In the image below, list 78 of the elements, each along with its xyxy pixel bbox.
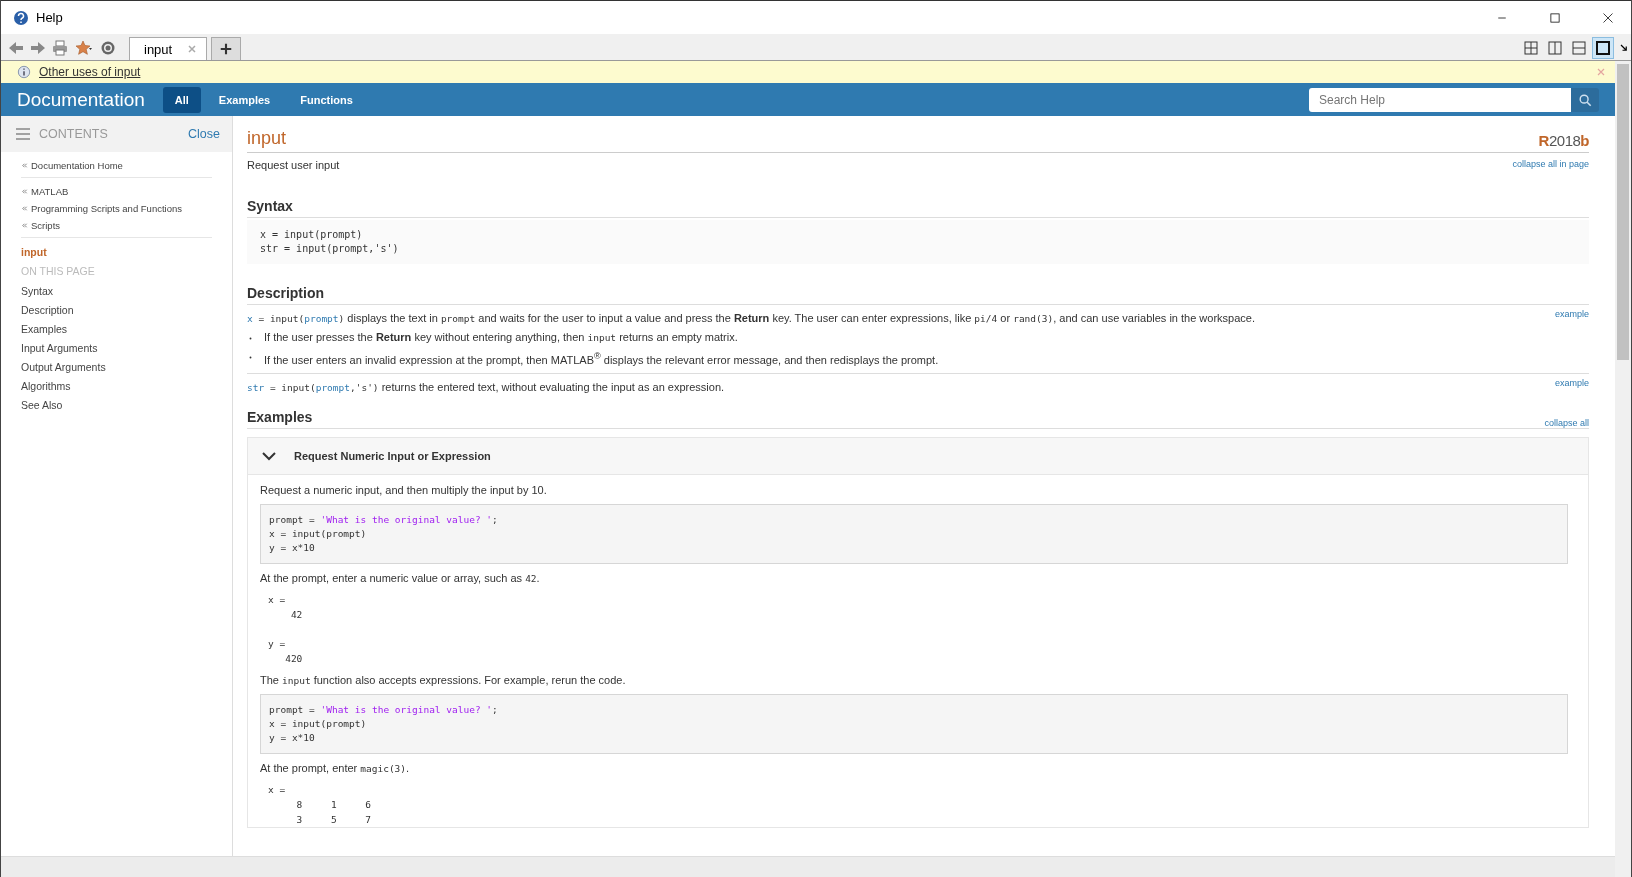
layout-icon <box>1523 40 1539 56</box>
current-page-item[interactable]: input <box>21 246 232 258</box>
layout-icon <box>1595 40 1611 56</box>
back-arrow-icon <box>8 40 24 56</box>
breadcrumb-link[interactable]: MATLAB <box>31 186 69 197</box>
code-block: prompt = 'What is the original value? '; x = input(prompt) y = x*10 <box>260 693 1568 754</box>
other-uses-link[interactable]: Other uses of input <box>39 65 141 79</box>
code-block: prompt = 'What is the original value? '; x = input(prompt) y = x*10 <box>260 503 1568 564</box>
menu-icon <box>15 126 31 142</box>
layout-icon <box>1571 40 1587 56</box>
close-icon <box>1602 11 1614 24</box>
collapse-all-link[interactable]: collapse all <box>1544 417 1589 428</box>
sidebar-item[interactable]: See Also <box>21 399 232 411</box>
syntax-code: x = input(prompt) str = input(prompt,'s') <box>247 220 1589 264</box>
page-title: input <box>247 128 287 149</box>
output-text: x = 8 1 6 3 5 7 <box>267 782 372 827</box>
window-title: Help <box>36 10 63 25</box>
collapse-all-link[interactable]: collapse all in page <box>1512 159 1589 171</box>
new-tab-button[interactable] <box>211 37 242 60</box>
bullet-icon <box>248 336 253 341</box>
double-chevron-icon <box>21 162 28 169</box>
breadcrumb-link[interactable]: Programming Scripts and Functions <box>31 203 182 214</box>
settings-icon <box>100 40 116 56</box>
info-icon <box>17 65 31 79</box>
search-icon <box>1578 92 1592 107</box>
scrollbar[interactable] <box>1615 61 1631 877</box>
star-icon <box>74 40 94 56</box>
double-chevron-icon <box>21 205 28 212</box>
help-icon <box>13 9 29 26</box>
plus-icon <box>219 42 234 56</box>
close-link[interactable]: Close <box>188 127 220 141</box>
example-text: At the prompt, enter a numeric value or array, such as 42. <box>260 571 541 584</box>
example-link[interactable]: example <box>1554 377 1589 397</box>
description-text: If the user presses the Return key without entering anything, then input returns an empty matrix. <box>264 330 738 345</box>
example-text: The input function also accepts expressions. For example, rerun the code. <box>260 673 627 686</box>
example-header[interactable]: Request Numeric Input or Expression <box>248 437 1588 475</box>
description-text: x = input(prompt) displays the text in prompt and waits for the user to input a value and press the Return key. The user can enter expressions, like pi/4 or rand(3), and can use variables in the workspace. <box>247 311 1256 326</box>
example-link[interactable]: example <box>1554 309 1589 369</box>
layout-button[interactable] <box>1593 38 1613 58</box>
breadcrumb-link[interactable]: Documentation Home <box>31 160 123 171</box>
search-field[interactable]: Search Help <box>1309 87 1571 112</box>
filter-tab[interactable]: All <box>162 86 201 113</box>
release-label: R2018b <box>1538 132 1589 149</box>
sidebar-item[interactable]: Input Arguments <box>21 342 232 354</box>
output-text: y = 420 <box>267 636 304 666</box>
section-heading: Description <box>247 285 1589 305</box>
filter-tab[interactable]: Examples <box>206 86 283 113</box>
example-text: Request a numeric input, and then multiply the input by 10. <box>260 483 548 496</box>
documentation-title: Documentation <box>17 88 145 111</box>
page-subtitle: Request user input <box>247 159 340 171</box>
description-text: str = input(prompt,'s') returns the entered text, without evaluating the input as an expression. <box>247 379 726 395</box>
bullet-icon <box>248 355 253 360</box>
output-text: x = 42 <box>267 592 304 622</box>
sidebar-item[interactable]: Description <box>21 304 232 316</box>
contents-title: CONTENTS <box>39 127 108 141</box>
sidebar-item[interactable]: Examples <box>21 323 232 335</box>
forward-arrow-icon <box>30 40 46 56</box>
sidebar-item[interactable]: Output Arguments <box>21 361 232 373</box>
layout-icon <box>1547 40 1563 56</box>
horizontal-scrollbar[interactable] <box>1 856 1615 877</box>
filter-tab[interactable]: Functions <box>288 86 365 113</box>
sidebar-item[interactable]: Syntax <box>21 285 232 297</box>
maximize-icon <box>1549 11 1561 24</box>
search-button[interactable] <box>1571 87 1599 112</box>
browser-tab[interactable]: input <box>129 37 208 60</box>
section-label: ON THIS PAGE <box>21 265 96 277</box>
close-icon <box>1595 66 1607 78</box>
section-heading: Syntax <box>247 198 1589 218</box>
example-text: At the prompt, enter magic(3). <box>260 761 411 774</box>
double-chevron-icon <box>21 188 28 195</box>
printer-icon <box>52 40 68 56</box>
dock-arrow-icon <box>1618 42 1630 54</box>
description-text: If the user enters an invalid expression at the prompt, then MATLAB$^{®}$ displays the relevant error message, and then redisplays the prompt. <box>264 350 939 368</box>
breadcrumb-link[interactable]: Scripts <box>31 220 61 231</box>
section-heading: Examples <box>247 408 313 427</box>
sidebar-item[interactable]: Algorithms <box>21 380 232 392</box>
double-chevron-icon <box>21 222 28 229</box>
close-icon <box>186 43 199 55</box>
